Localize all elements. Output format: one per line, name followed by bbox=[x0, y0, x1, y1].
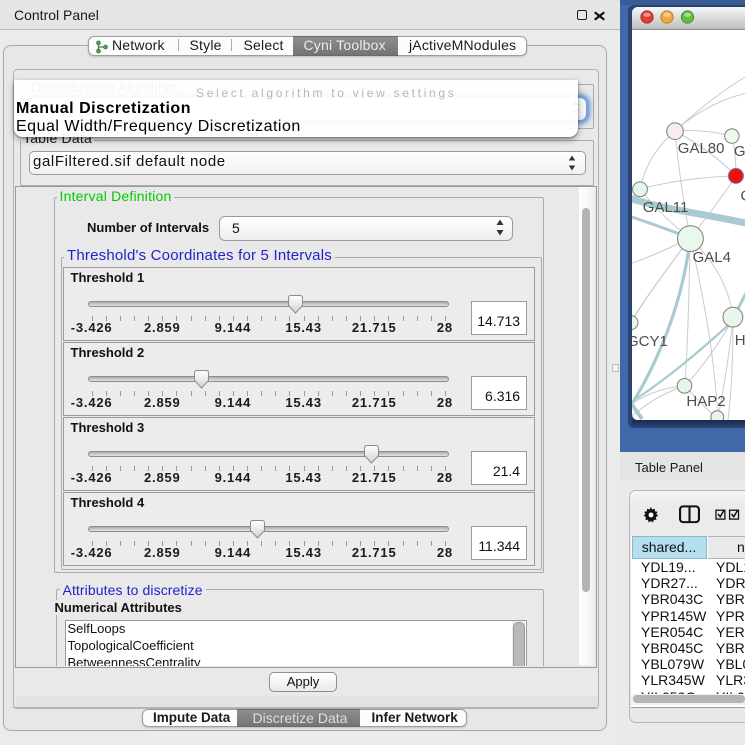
svg-text:GCY1: GCY1 bbox=[632, 333, 668, 350]
svg-text:H: H bbox=[734, 332, 745, 349]
svg-text:GAL11: GAL11 bbox=[642, 199, 688, 216]
svg-text:C: C bbox=[740, 187, 745, 204]
svg-text:GAL80: GAL80 bbox=[677, 140, 724, 157]
svg-text:GAL4: GAL4 bbox=[692, 249, 730, 266]
svg-text:HAP2: HAP2 bbox=[686, 393, 725, 410]
svg-text:GA: GA bbox=[733, 142, 745, 159]
